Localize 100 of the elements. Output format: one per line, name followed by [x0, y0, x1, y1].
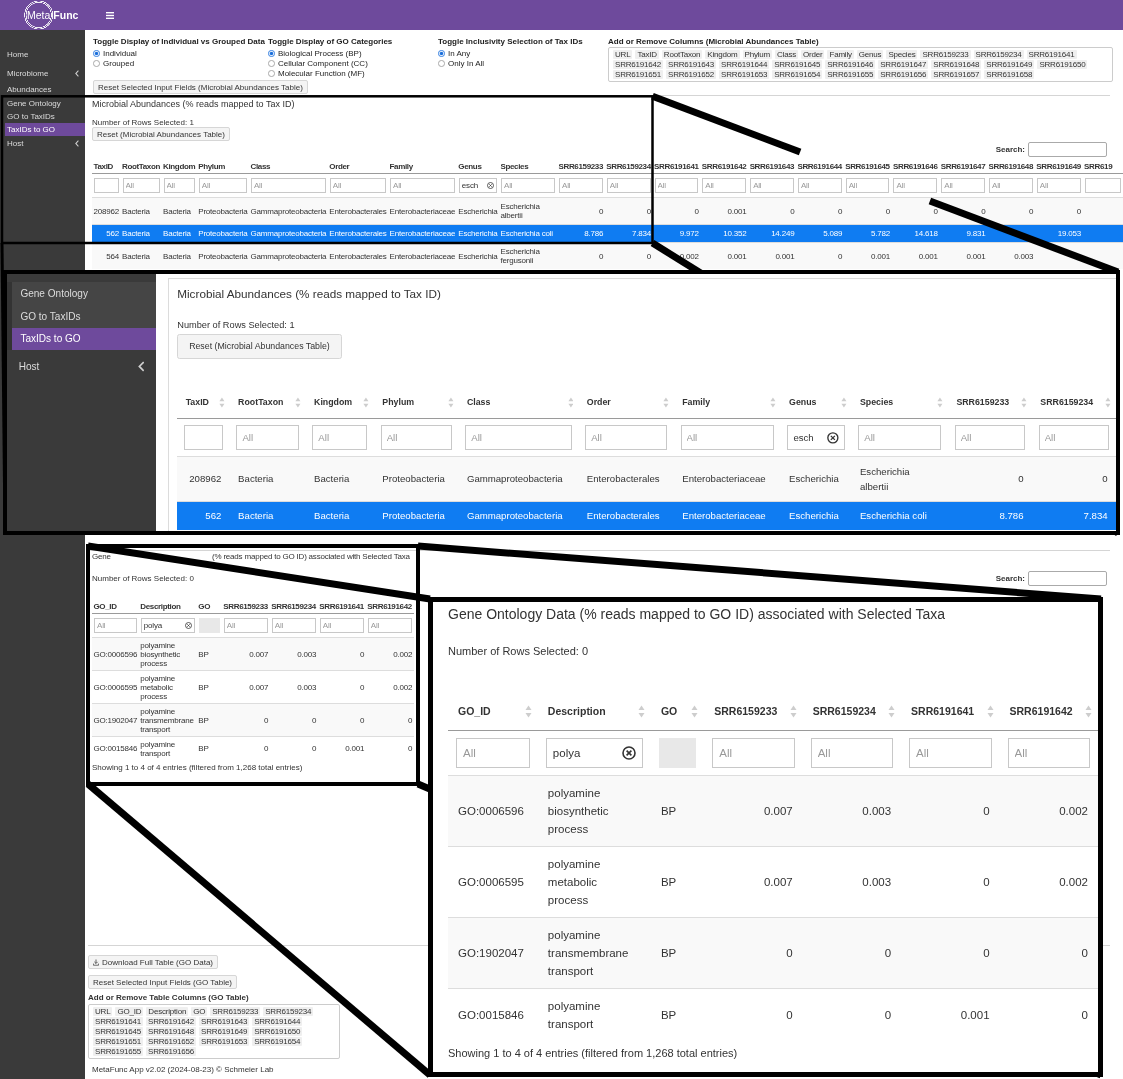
column-header[interactable]: Kingdom: [163, 161, 196, 171]
filter-field[interactable]: All: [198, 178, 247, 193]
table-row[interactable]: 562 Bacteria Bacteria Proteobacteria Gammaproteobacteria Enterobacterales Enterobacteriaceae Escherichia Escherichia coli 8.786 7.834: [177, 501, 1116, 531]
filter-field[interactable]: esch: [458, 178, 497, 193]
filter-field[interactable]: All: [367, 618, 412, 633]
filter-field[interactable]: All: [845, 178, 890, 193]
column-tag[interactable]: RootTaxon: [661, 50, 703, 59]
radio-option[interactable]: Biological Process (BP): [268, 48, 362, 58]
column-tag[interactable]: SRR6191646: [825, 60, 876, 69]
column-header[interactable]: SRR6191641: [654, 161, 699, 171]
radio-option[interactable]: Molecular Function (MF): [268, 68, 365, 78]
column-header[interactable]: TaxID: [93, 161, 119, 171]
reset-button[interactable]: Reset (Microbial Abundances Table): [92, 127, 230, 141]
column-tag[interactable]: SRR6191650: [252, 1027, 303, 1036]
column-tag[interactable]: Kingdom: [705, 50, 740, 59]
search-field[interactable]: [1028, 570, 1107, 586]
column-header[interactable]: Description: [140, 601, 196, 611]
column-tag[interactable]: Description: [146, 1007, 189, 1016]
table-row[interactable]: GO:0006596 polyamine biosynthetic process BP 0.007 0.003 0 0.002: [448, 775, 1098, 847]
filter-field[interactable]: polya: [140, 618, 195, 633]
column-tag[interactable]: SRR6191656: [146, 1047, 197, 1056]
column-tag[interactable]: SRR6191648: [931, 60, 982, 69]
column-tag[interactable]: URL: [613, 50, 633, 59]
filter-field[interactable]: All: [909, 738, 992, 768]
filter-field[interactable]: All: [702, 178, 747, 193]
filter-field[interactable]: [183, 425, 224, 451]
column-header[interactable]: GO_ID: [93, 601, 138, 611]
clear-icon[interactable]: [827, 431, 839, 444]
column-header[interactable]: SRR619: [1084, 161, 1122, 171]
filter-field[interactable]: All: [585, 425, 668, 451]
column-header[interactable]: Species: [500, 161, 556, 171]
column-header[interactable]: Species: [859, 394, 943, 410]
column-tag[interactable]: SRR6191644: [719, 60, 770, 69]
reset-button[interactable]: Reset Selected Input Fields (Microbial Abundances Table): [93, 80, 308, 94]
column-header[interactable]: RootTaxon: [238, 394, 301, 410]
column-header[interactable]: SRR6191647: [940, 161, 986, 171]
column-tag[interactable]: SRR6191652: [666, 70, 717, 79]
filter-input[interactable]: polya: [552, 747, 618, 759]
column-header[interactable]: TaxID: [185, 394, 225, 410]
column-header[interactable]: SRR6191649: [1036, 161, 1082, 171]
column-tag[interactable]: SRR6191654: [772, 70, 823, 79]
filter-field[interactable]: All: [954, 425, 1026, 451]
filter-field[interactable]: All: [271, 618, 316, 633]
column-tag[interactable]: SRR6191650: [1037, 60, 1088, 69]
column-tag[interactable]: SRR6191651: [613, 70, 664, 79]
filter-field[interactable]: All: [236, 425, 299, 451]
filter-field[interactable]: All: [223, 618, 268, 633]
table-row[interactable]: GO:0015846 polyamine transport BP 0 0 0.001 0: [448, 988, 1098, 1041]
column-header[interactable]: RootTaxon: [122, 161, 161, 171]
column-header[interactable]: SRR6159234: [1040, 394, 1111, 410]
column-header[interactable]: SRR6191642: [701, 161, 747, 171]
column-tag[interactable]: SRR6191655: [93, 1047, 144, 1056]
table-row[interactable]: GO:1902047 polyamine transmembrane transport BP 0 0 0 0: [448, 917, 1098, 989]
filter-field[interactable]: All: [893, 178, 938, 193]
column-tag[interactable]: SRR6191648: [146, 1027, 197, 1036]
column-header[interactable]: Family: [389, 161, 456, 171]
column-tag[interactable]: SRR6191645: [93, 1027, 144, 1036]
sidebar-item[interactable]: Host: [5, 138, 85, 148]
table-row[interactable]: 562 Bacteria Bacteria Proteobacteria Gammaproteobacteria Enterobacterales Enterobacteriaceae Escherichia Escherichia coli 8.786 7.834 9.972 10.352 14.249 5.089 5.782 14.618 9.831 19.053: [92, 224, 1123, 243]
radio-option[interactable]: Grouped: [93, 58, 135, 68]
search-field[interactable]: [1028, 141, 1107, 157]
column-tag[interactable]: SRR6191654: [252, 1037, 303, 1046]
radio-option[interactable]: Cellular Component (CC): [268, 58, 368, 68]
column-tag[interactable]: TaxID: [635, 50, 659, 59]
filter-field[interactable]: All: [251, 178, 326, 193]
column-tag[interactable]: SRR6191653: [719, 70, 770, 79]
column-tag[interactable]: SRR6191643: [199, 1017, 250, 1026]
column-header[interactable]: SRR6159233: [714, 702, 797, 720]
column-tag[interactable]: SRR6191642: [146, 1017, 197, 1026]
column-tag[interactable]: SRR6191649: [984, 60, 1035, 69]
column-tag[interactable]: SRR6191649: [199, 1027, 250, 1036]
column-tag[interactable]: SRR6191641: [93, 1017, 144, 1026]
column-tag[interactable]: Genus: [856, 50, 884, 59]
sidebar-item[interactable]: GO to TaxIDs: [5, 111, 85, 121]
filter-field[interactable]: All: [456, 738, 530, 768]
table-row[interactable]: 208962 Bacteria Bacteria Proteobacteria Gammaproteobacteria Enterobacterales Enterobacteriaceae Escherichia Escherichia albertii 0 0: [177, 456, 1116, 502]
filter-input[interactable]: esch: [461, 181, 486, 190]
clear-icon[interactable]: [621, 746, 636, 760]
column-picker-field[interactable]: [608, 47, 1113, 82]
filter-field[interactable]: All: [329, 178, 387, 193]
column-tag[interactable]: SRR6191641: [1026, 50, 1077, 59]
filter-field[interactable]: All: [390, 178, 455, 193]
filter-field[interactable]: [1084, 178, 1121, 193]
column-header[interactable]: SRR6159233: [558, 161, 604, 171]
radio-option[interactable]: Only In All: [438, 58, 484, 68]
filter-field[interactable]: All: [712, 738, 795, 768]
column-header[interactable]: Kingdom: [314, 394, 369, 410]
column-tag[interactable]: SRR6191657: [931, 70, 982, 79]
column-tag[interactable]: URL: [93, 1007, 113, 1016]
sidebar-item[interactable]: Abundances: [5, 85, 85, 95]
filter-field[interactable]: All: [654, 178, 699, 193]
sidebar-item[interactable]: Microbiome: [5, 69, 85, 78]
column-tag[interactable]: SRR6191651: [93, 1037, 144, 1046]
column-tag[interactable]: SRR6159234: [973, 50, 1024, 59]
column-tag[interactable]: SRR6191658: [984, 70, 1035, 79]
column-header[interactable]: SRR6191641: [911, 702, 994, 720]
filter-input[interactable]: polya: [143, 621, 184, 630]
column-header[interactable]: SRR6191645: [845, 161, 890, 171]
filter-field[interactable]: All: [380, 425, 452, 451]
filter-field[interactable]: All: [606, 178, 651, 193]
